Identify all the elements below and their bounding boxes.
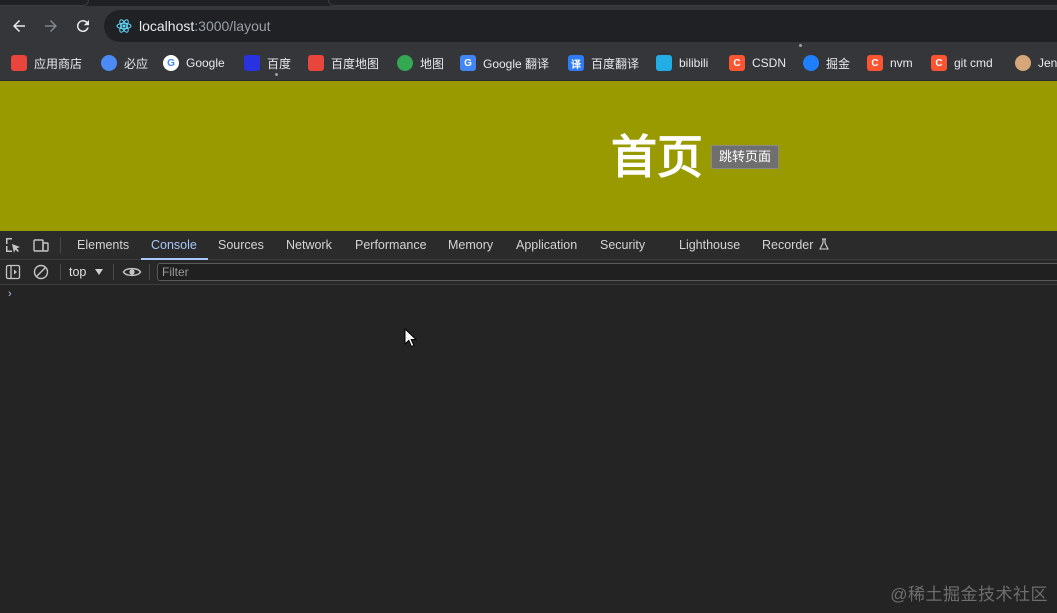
page-title: 首页	[611, 131, 703, 183]
watermark: @稀土掘金技术社区	[890, 585, 1048, 604]
console-toolbar: top	[0, 260, 1057, 285]
devtools-tabbar: Elements Console Sources Network Performance…	[0, 231, 1057, 260]
bookmark-item[interactable]: G Google	[163, 46, 225, 80]
bookmark-label: Google	[186, 56, 225, 70]
bookmark-label: Google 翻译	[483, 56, 550, 71]
bookmark-label: 百度翻译	[591, 56, 640, 71]
csdn-icon: C	[729, 55, 745, 71]
page-viewport: 首页 跳转页面	[0, 81, 1057, 231]
bookmark-item[interactable]: Cgit cmd	[931, 46, 993, 80]
translate-icon: G	[460, 55, 476, 71]
bookmarks-bar: 应用商店 必应 G Google 百度 百度地图 地图 G Google 翻译 译百度翻译 bili…	[0, 44, 1057, 81]
bookmark-label: 掘金	[826, 56, 851, 71]
csdn-icon: C	[867, 55, 883, 71]
google-icon: G	[163, 55, 179, 71]
tab-lighthouse[interactable]: Lighthouse	[679, 231, 740, 259]
bookmark-item[interactable]: C CSDN	[729, 46, 786, 80]
chevron-down-icon[interactable]	[95, 269, 103, 275]
tab-memory[interactable]: Memory	[448, 231, 493, 259]
tab-elements[interactable]: Elements	[77, 231, 129, 259]
bookmark-item[interactable]: 百度	[244, 46, 291, 80]
bookmark-label: 百度	[267, 56, 292, 71]
console-prompt[interactable]: ›	[8, 288, 12, 300]
juejin-icon	[803, 55, 819, 71]
bookmark-item[interactable]: Cnvm	[867, 46, 913, 80]
apps-grid-icon	[11, 55, 27, 71]
tab-network[interactable]: Network	[286, 231, 332, 259]
address-toolbar: localhost:3000/layout	[0, 6, 1057, 46]
url-text[interactable]: localhost:3000/layout	[139, 18, 271, 34]
bookmark-item[interactable]: 掘金	[803, 46, 850, 80]
map-pin-icon	[308, 55, 324, 71]
clear-console-icon[interactable]	[32, 263, 50, 281]
bookmark-item[interactable]: 地图	[397, 46, 444, 80]
tv-icon	[656, 55, 672, 71]
tab-security[interactable]: Security	[600, 231, 645, 259]
eye-icon[interactable]	[122, 263, 142, 281]
google-maps-pin-icon	[397, 55, 413, 71]
baidu-paw-icon	[244, 55, 260, 71]
bookmark-item[interactable]: G Google 翻译	[460, 46, 549, 80]
console-filter-input[interactable]	[157, 263, 1057, 281]
bookmark-item[interactable]: Jen	[1015, 46, 1057, 80]
address-bar[interactable]: localhost:3000/layout	[104, 10, 1057, 42]
tab-console[interactable]: Console	[141, 231, 208, 260]
search-icon	[101, 55, 117, 71]
bookmark-label: 应用商店	[34, 56, 83, 71]
experiment-flask-icon	[819, 238, 830, 250]
bookmark-label: bilibili	[679, 56, 709, 70]
react-atom-icon	[116, 19, 132, 33]
devtools-panel: Elements Console Sources Network Performance…	[0, 231, 1057, 613]
bookmark-item[interactable]: 必应	[101, 46, 148, 80]
tab-recorder[interactable]: Recorder	[762, 231, 830, 259]
bookmark-label: CSDN	[752, 56, 787, 70]
bookmark-item[interactable]: 应用商店	[11, 46, 82, 80]
back-icon[interactable]	[7, 14, 31, 38]
context-selector[interactable]: top	[69, 260, 86, 284]
forward-icon[interactable]	[39, 14, 63, 38]
tab-application[interactable]: Application	[516, 231, 577, 259]
inspect-element-icon[interactable]	[4, 236, 22, 254]
bookmark-item[interactable]: 译百度翻译	[568, 46, 639, 80]
translate-icon: 译	[568, 55, 584, 71]
jenkins-icon	[1015, 55, 1031, 71]
jump-page-button[interactable]: 跳转页面	[711, 145, 780, 169]
bookmark-label: 地图	[420, 56, 445, 71]
bookmark-label: 百度地图	[331, 56, 380, 71]
bookmark-item[interactable]: bilibili	[656, 46, 708, 80]
bookmark-label: Jen	[1038, 56, 1057, 70]
reload-icon[interactable]	[71, 14, 95, 38]
device-toolbar-icon[interactable]	[32, 236, 50, 254]
tab-sources[interactable]: Sources	[218, 231, 264, 259]
bookmark-label: 必应	[124, 56, 149, 71]
tab-performance[interactable]: Performance	[355, 231, 427, 259]
mouse-cursor-icon	[404, 328, 418, 348]
csdn-icon: C	[931, 55, 947, 71]
bookmark-label: git cmd	[954, 56, 993, 70]
sidebar-toggle-icon[interactable]	[4, 263, 22, 281]
bookmark-label: nvm	[890, 56, 913, 70]
bookmark-item[interactable]: 百度地图	[308, 46, 379, 80]
